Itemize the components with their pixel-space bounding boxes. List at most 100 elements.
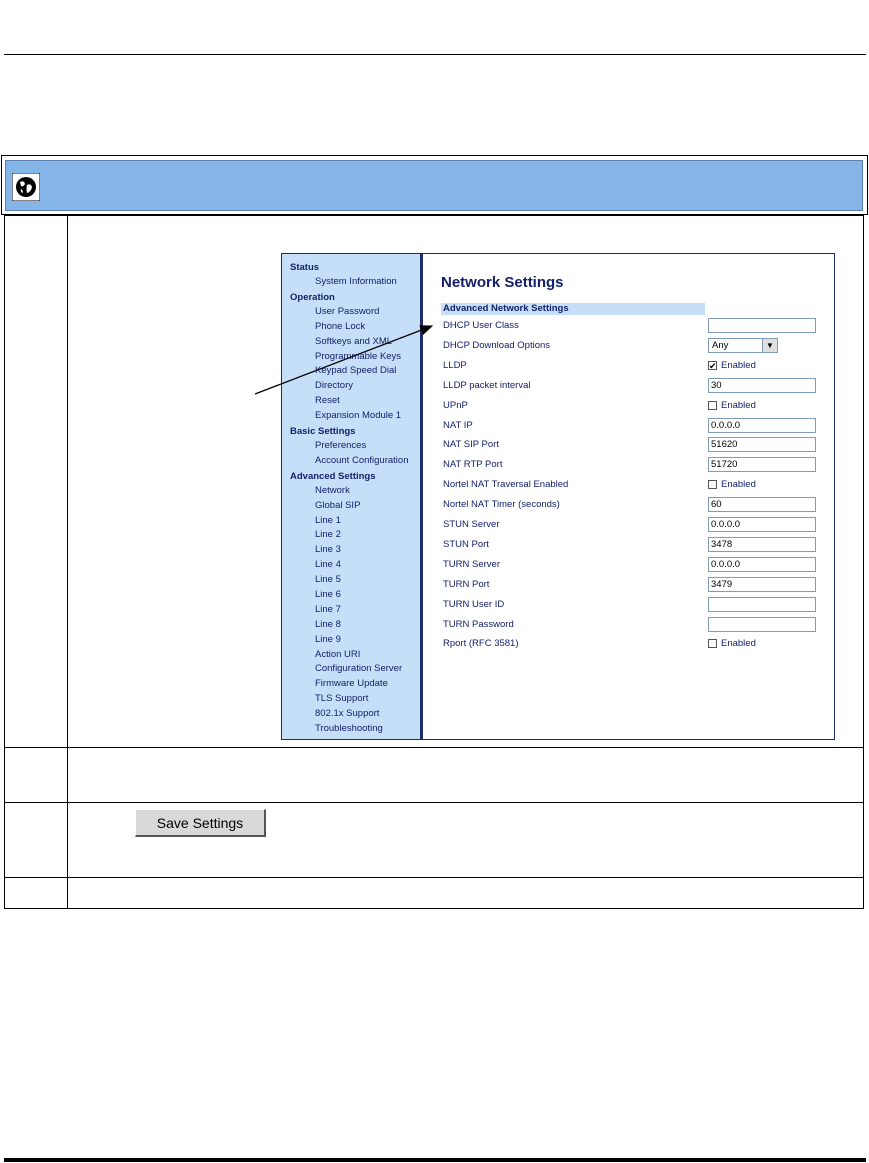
sidebar-item-tls-support[interactable]: TLS Support xyxy=(282,692,420,707)
setting-row: TURN Server 0.0.0.0 xyxy=(441,556,821,575)
chevron-down-icon[interactable]: ▼ xyxy=(762,338,777,352)
setting-label: TURN Server xyxy=(443,558,501,570)
setting-label: Nortel NAT Timer (seconds) xyxy=(443,499,560,511)
setting-row: STUN Server 0.0.0.0 xyxy=(441,517,821,535)
setting-label: DHCP User Class xyxy=(443,320,519,331)
setting-label: TURN User ID xyxy=(443,598,505,610)
nortel-nat-timer-seconds-input[interactable]: 60 xyxy=(708,497,816,513)
checkbox-label: Enabled xyxy=(721,399,756,411)
setting-row: TURN Password xyxy=(441,616,821,635)
checkbox-label: Enabled xyxy=(721,638,756,650)
nat-sip-port-input[interactable]: 51620 xyxy=(708,437,816,453)
save-settings-button[interactable]: Save Settings xyxy=(135,809,266,837)
web-ui-banner xyxy=(5,160,863,211)
setting-label: Rport (RFC 3581) xyxy=(443,638,519,650)
step-row xyxy=(4,877,864,909)
setting-label: Nortel NAT Traversal Enabled xyxy=(443,479,569,491)
setting-label: NAT RTP Port xyxy=(443,459,503,471)
sidebar-item-programmable-keys[interactable]: Programmable Keys xyxy=(282,350,420,365)
sidebar-item-action-uri[interactable]: Action URI xyxy=(282,648,420,663)
step-row xyxy=(4,802,864,878)
setting-label: DHCP Download Options xyxy=(443,339,551,351)
sidebar-item-network[interactable]: Network xyxy=(282,484,420,499)
setting-label: STUN Port xyxy=(443,538,489,550)
sidebar-item-line-6[interactable]: Line 6 xyxy=(282,588,420,603)
sidebar-item-phone-lock[interactable]: Phone Lock xyxy=(282,320,420,335)
sidebar-item-directory[interactable]: Directory xyxy=(282,379,420,394)
sidebar-item-preferences[interactable]: Preferences xyxy=(282,439,420,454)
sidebar-item-line-9[interactable]: Line 9 xyxy=(282,633,420,648)
checkbox-label: Enabled xyxy=(721,479,756,491)
setting-label: LLDP xyxy=(443,359,467,371)
turn-port-input[interactable]: 3479 xyxy=(708,576,816,592)
sidebar-item-global-sip[interactable]: Global SIP xyxy=(282,499,420,514)
setting-row: Rport (RFC 3581) Enabled xyxy=(441,636,821,654)
nav-section-header: Advanced Settings xyxy=(290,470,376,482)
sidebar-nav: Status System Information Operation User Pa… xyxy=(282,254,423,739)
setting-row: Nortel NAT Timer (seconds) 60 xyxy=(441,497,821,515)
sidebar-item-configuration-server[interactable]: Configuration Server xyxy=(282,662,420,677)
sidebar-item-expansion-module-1[interactable]: Expansion Module 1 xyxy=(282,409,420,424)
setting-row: UPnP Enabled xyxy=(441,398,821,416)
stun-server-input[interactable]: 0.0.0.0 xyxy=(708,517,816,532)
turn-user-id-input[interactable] xyxy=(708,596,816,612)
network-settings-panel: Network Settings Advanced Network Settin… xyxy=(441,254,834,739)
section-header: Advanced Network Settings xyxy=(441,303,705,315)
footer-rule xyxy=(4,1158,866,1162)
dhcp-download-options-select[interactable]: Any ▼ xyxy=(708,337,778,353)
setting-row: LLDP packet interval 30 xyxy=(441,377,821,396)
select-value: Any xyxy=(712,339,729,351)
setting-row: DHCP Download Options Any ▼ xyxy=(441,337,821,356)
setting-label: UPnP xyxy=(443,399,468,411)
sidebar-item-reset[interactable]: Reset xyxy=(282,394,420,409)
sidebar-item-keypad-speed-dial[interactable]: Keypad Speed Dial xyxy=(282,364,420,379)
sidebar-item-user-password[interactable]: User Password xyxy=(282,305,420,320)
rport-rfc-3581-checkbox[interactable] xyxy=(708,639,717,649)
setting-row: TURN User ID xyxy=(441,596,821,615)
setting-label: TURN Port xyxy=(443,578,490,590)
sidebar-item-account-configuration[interactable]: Account Configuration xyxy=(282,454,420,469)
checkbox-label: Enabled xyxy=(721,359,756,371)
globe-icon xyxy=(12,173,40,201)
nav-section-header: Basic Settings xyxy=(290,426,356,438)
sidebar-item-troubleshooting[interactable]: Troubleshooting xyxy=(282,722,420,737)
sidebar-item-line-4[interactable]: Line 4 xyxy=(282,558,420,573)
sidebar-item-line-8[interactable]: Line 8 xyxy=(282,618,420,633)
nat-ip-input[interactable]: 0.0.0.0 xyxy=(708,417,816,433)
dhcp-user-class-input[interactable] xyxy=(708,318,816,333)
nav-section-header: Operation xyxy=(290,291,335,303)
nat-rtp-port-input[interactable]: 51720 xyxy=(708,457,816,473)
sidebar-item-line-1[interactable]: Line 1 xyxy=(282,514,420,529)
page-title: Network Settings xyxy=(441,274,564,291)
setting-label: NAT IP xyxy=(443,419,473,431)
sidebar-item-802-1x-support[interactable]: 802.1x Support xyxy=(282,707,420,722)
sidebar-item-firmware-update[interactable]: Firmware Update xyxy=(282,677,420,692)
sidebar-item-line-3[interactable]: Line 3 xyxy=(282,543,420,558)
upnp-checkbox[interactable] xyxy=(708,400,717,410)
setting-row: TURN Port 3479 xyxy=(441,576,821,595)
setting-label: STUN Server xyxy=(443,519,500,530)
setting-row: NAT RTP Port 51720 xyxy=(441,457,821,475)
nortel-nat-traversal-enabled-checkbox[interactable] xyxy=(708,480,717,490)
header-rule xyxy=(4,54,866,55)
step-row xyxy=(4,747,864,803)
nav-section-header: Status xyxy=(290,262,320,273)
setting-row: LLDP ✔ Enabled xyxy=(441,358,821,376)
turn-password-input[interactable] xyxy=(708,616,816,632)
setting-row: Nortel NAT Traversal Enabled Enabled xyxy=(441,477,821,495)
sidebar-item-softkeys-and-xml[interactable]: Softkeys and XML xyxy=(282,335,420,350)
sidebar-item-line-5[interactable]: Line 5 xyxy=(282,573,420,588)
setting-row: NAT IP 0.0.0.0 xyxy=(441,417,821,436)
sidebar-item-system-information[interactable]: System Information xyxy=(282,275,420,290)
lldp-packet-interval-input[interactable]: 30 xyxy=(708,377,816,393)
web-ui-screenshot: Status System Information Operation User Pa… xyxy=(281,253,835,740)
sidebar-item-line-2[interactable]: Line 2 xyxy=(282,528,420,543)
setting-label: NAT SIP Port xyxy=(443,439,499,451)
stun-port-input[interactable]: 3478 xyxy=(708,536,816,552)
setting-row: NAT SIP Port 51620 xyxy=(441,437,821,455)
setting-row: STUN Port 3478 xyxy=(441,536,821,555)
sidebar-item-line-7[interactable]: Line 7 xyxy=(282,603,420,618)
turn-server-input[interactable]: 0.0.0.0 xyxy=(708,556,816,572)
setting-row: DHCP User Class xyxy=(441,318,821,336)
lldp-checkbox[interactable]: ✔ xyxy=(708,360,717,370)
